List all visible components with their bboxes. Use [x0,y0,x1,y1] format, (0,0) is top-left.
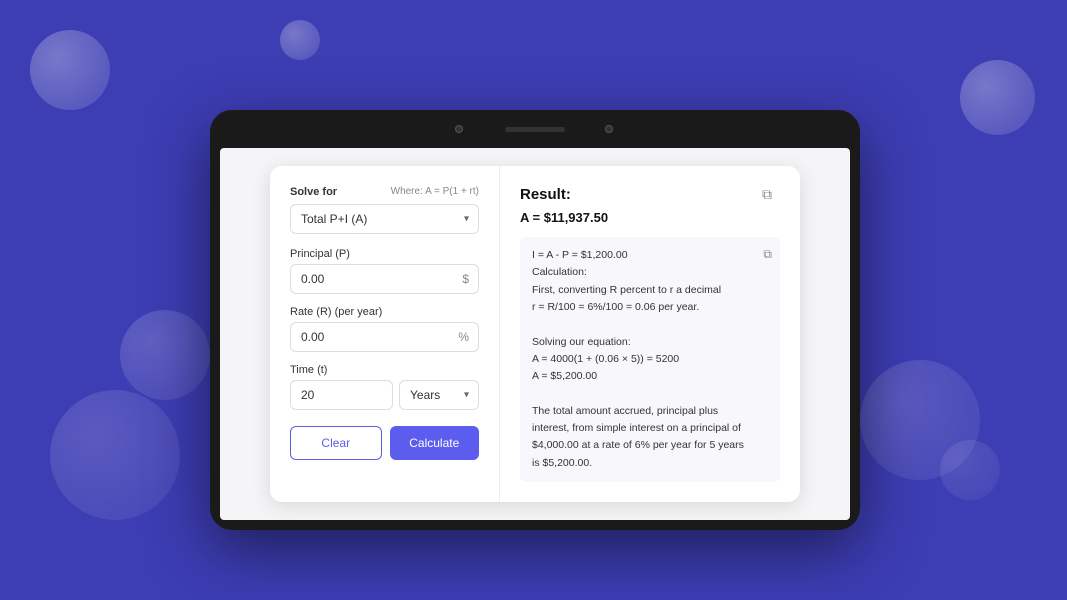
time-input-wrapper [290,380,393,410]
result-line7: A = 4000(1 + (0.06 × 5)) = 5200 [532,353,679,365]
time-unit-select-wrapper: Years Months ▾ [399,380,479,410]
bg-bubble-4 [120,310,210,400]
tablet-top-bar [210,110,860,148]
result-value: A = $11,937.50 [520,210,780,225]
result-line6: Solving our equation: [532,336,631,348]
rate-suffix: % [458,330,469,344]
result-line12: $4,000.00 at a rate of 6% per year for 5… [532,439,744,451]
principal-label: Principal (P) [290,248,479,260]
result-line8: A = $5,200.00 [532,370,597,382]
solve-for-formula: Where: A = P(1 + rt) [391,186,479,197]
bg-bubble-6 [860,360,980,480]
tablet-mic [605,125,613,133]
solve-for-header: Solve for Where: A = P(1 + rt) [290,186,479,198]
principal-input-wrapper: $ [290,264,479,294]
time-unit-select[interactable]: Years Months [399,380,479,410]
rate-field-group: Rate (R) (per year) % [290,306,479,352]
tablet-speaker [505,127,565,132]
calculate-button[interactable]: Calculate [390,426,480,460]
result-line2: Calculation: [532,266,587,278]
bg-bubble-5 [960,60,1035,135]
rate-input-wrapper: % [290,322,479,352]
result-line3: First, converting R percent to r a decim… [532,284,721,296]
time-input[interactable] [290,380,393,410]
result-line11: interest, from simple interest on a prin… [532,422,741,434]
result-line1: I = A - P = $1,200.00 [532,249,628,261]
calculator-card: Solve for Where: A = P(1 + rt) Total P+I… [270,166,800,502]
result-line4: r = R/100 = 6%/100 = 0.06 per year. [532,301,699,313]
calc-left-panel: Solve for Where: A = P(1 + rt) Total P+I… [270,166,500,502]
tablet-screen: Solve for Where: A = P(1 + rt) Total P+I… [220,148,850,520]
result-title: Result: [520,186,571,203]
result-detail-text: I = A - P = $1,200.00 Calculation: First… [532,247,768,472]
copy-detail-icon[interactable]: ⧉ [763,245,772,264]
solve-for-select-wrapper: Total P+I (A) Principal (P) Rate (R) Tim… [290,204,479,234]
tablet-camera [455,125,463,133]
rate-input[interactable] [290,322,479,352]
solve-for-label: Solve for [290,186,337,198]
result-line10: The total amount accrued, principal plus [532,405,718,417]
principal-field-group: Principal (P) $ [290,248,479,294]
calc-right-panel: Result: ⧉ A = $11,937.50 ⧉ I = A - P = $… [500,166,800,502]
time-input-row: Years Months ▾ [290,380,479,410]
clear-button[interactable]: Clear [290,426,382,460]
button-row: Clear Calculate [290,426,479,460]
bg-bubble-1 [30,30,110,110]
result-line13: is $5,200.00. [532,457,592,469]
principal-suffix: $ [462,272,469,286]
bg-bubble-3 [50,390,180,520]
time-label: Time (t) [290,364,479,376]
result-detail-box: ⧉ I = A - P = $1,200.00 Calculation: Fir… [520,237,780,482]
time-field-group: Time (t) Years Months ▾ [290,364,479,410]
principal-input[interactable] [290,264,479,294]
bg-bubble-7 [940,440,1000,500]
tablet-frame: Solve for Where: A = P(1 + rt) Total P+I… [210,110,860,530]
bg-bubble-2 [280,20,320,60]
copy-result-icon[interactable]: ⧉ [762,186,780,204]
solve-for-select[interactable]: Total P+I (A) Principal (P) Rate (R) Tim… [290,204,479,234]
rate-label: Rate (R) (per year) [290,306,479,318]
result-header: Result: ⧉ [520,186,780,204]
